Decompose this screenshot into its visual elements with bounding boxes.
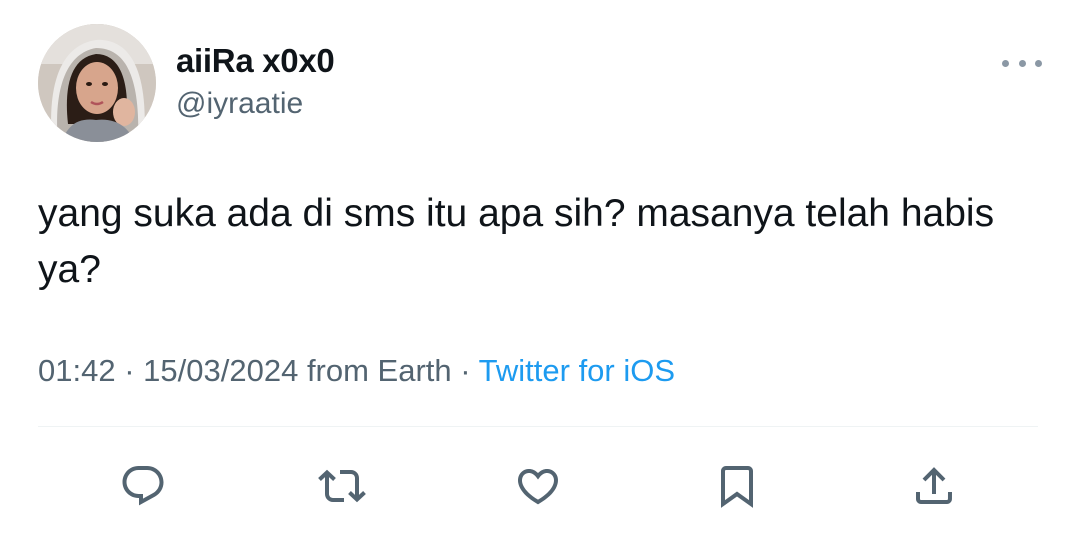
more-dot	[1002, 59, 1009, 67]
avatar-photo	[38, 24, 156, 142]
like-button[interactable]	[508, 456, 568, 516]
more-dot	[1035, 59, 1042, 67]
tweet-location: from Earth	[306, 353, 452, 388]
tweet-metadata: 01:42 · 15/03/2024 from Earth · Twitter …	[38, 350, 675, 392]
like-icon	[517, 469, 559, 505]
author-info: aiiRa x0x0 @iyraatie	[176, 40, 335, 124]
more-options-icon[interactable]	[1002, 55, 1042, 71]
retweet-icon	[318, 469, 366, 503]
share-button[interactable]	[904, 456, 964, 516]
action-bar	[0, 456, 1076, 516]
reply-icon	[122, 466, 164, 506]
reply-button[interactable]	[113, 456, 173, 516]
meta-separator: ·	[124, 353, 135, 388]
display-name[interactable]: aiiRa x0x0	[176, 40, 335, 82]
retweet-button[interactable]	[312, 456, 372, 516]
meta-separator: ·	[460, 353, 471, 388]
divider	[38, 426, 1038, 427]
tweet-time[interactable]: 01:42	[38, 353, 116, 388]
more-dot	[1018, 59, 1026, 67]
avatar[interactable]	[38, 24, 156, 142]
tweet-date[interactable]: 15/03/2024	[143, 353, 298, 388]
bookmark-button[interactable]	[707, 456, 767, 516]
tweet-text: yang suka ada di sms itu apa sih? masany…	[38, 192, 995, 291]
bookmark-icon	[721, 466, 753, 508]
username-handle[interactable]: @iyraatie	[176, 84, 334, 124]
tweet-source-link[interactable]: Twitter for iOS	[479, 353, 675, 388]
share-icon	[916, 467, 952, 504]
tweet-card: aiiRa x0x0 @iyraatie yang suka ada di sm…	[0, 0, 1076, 544]
